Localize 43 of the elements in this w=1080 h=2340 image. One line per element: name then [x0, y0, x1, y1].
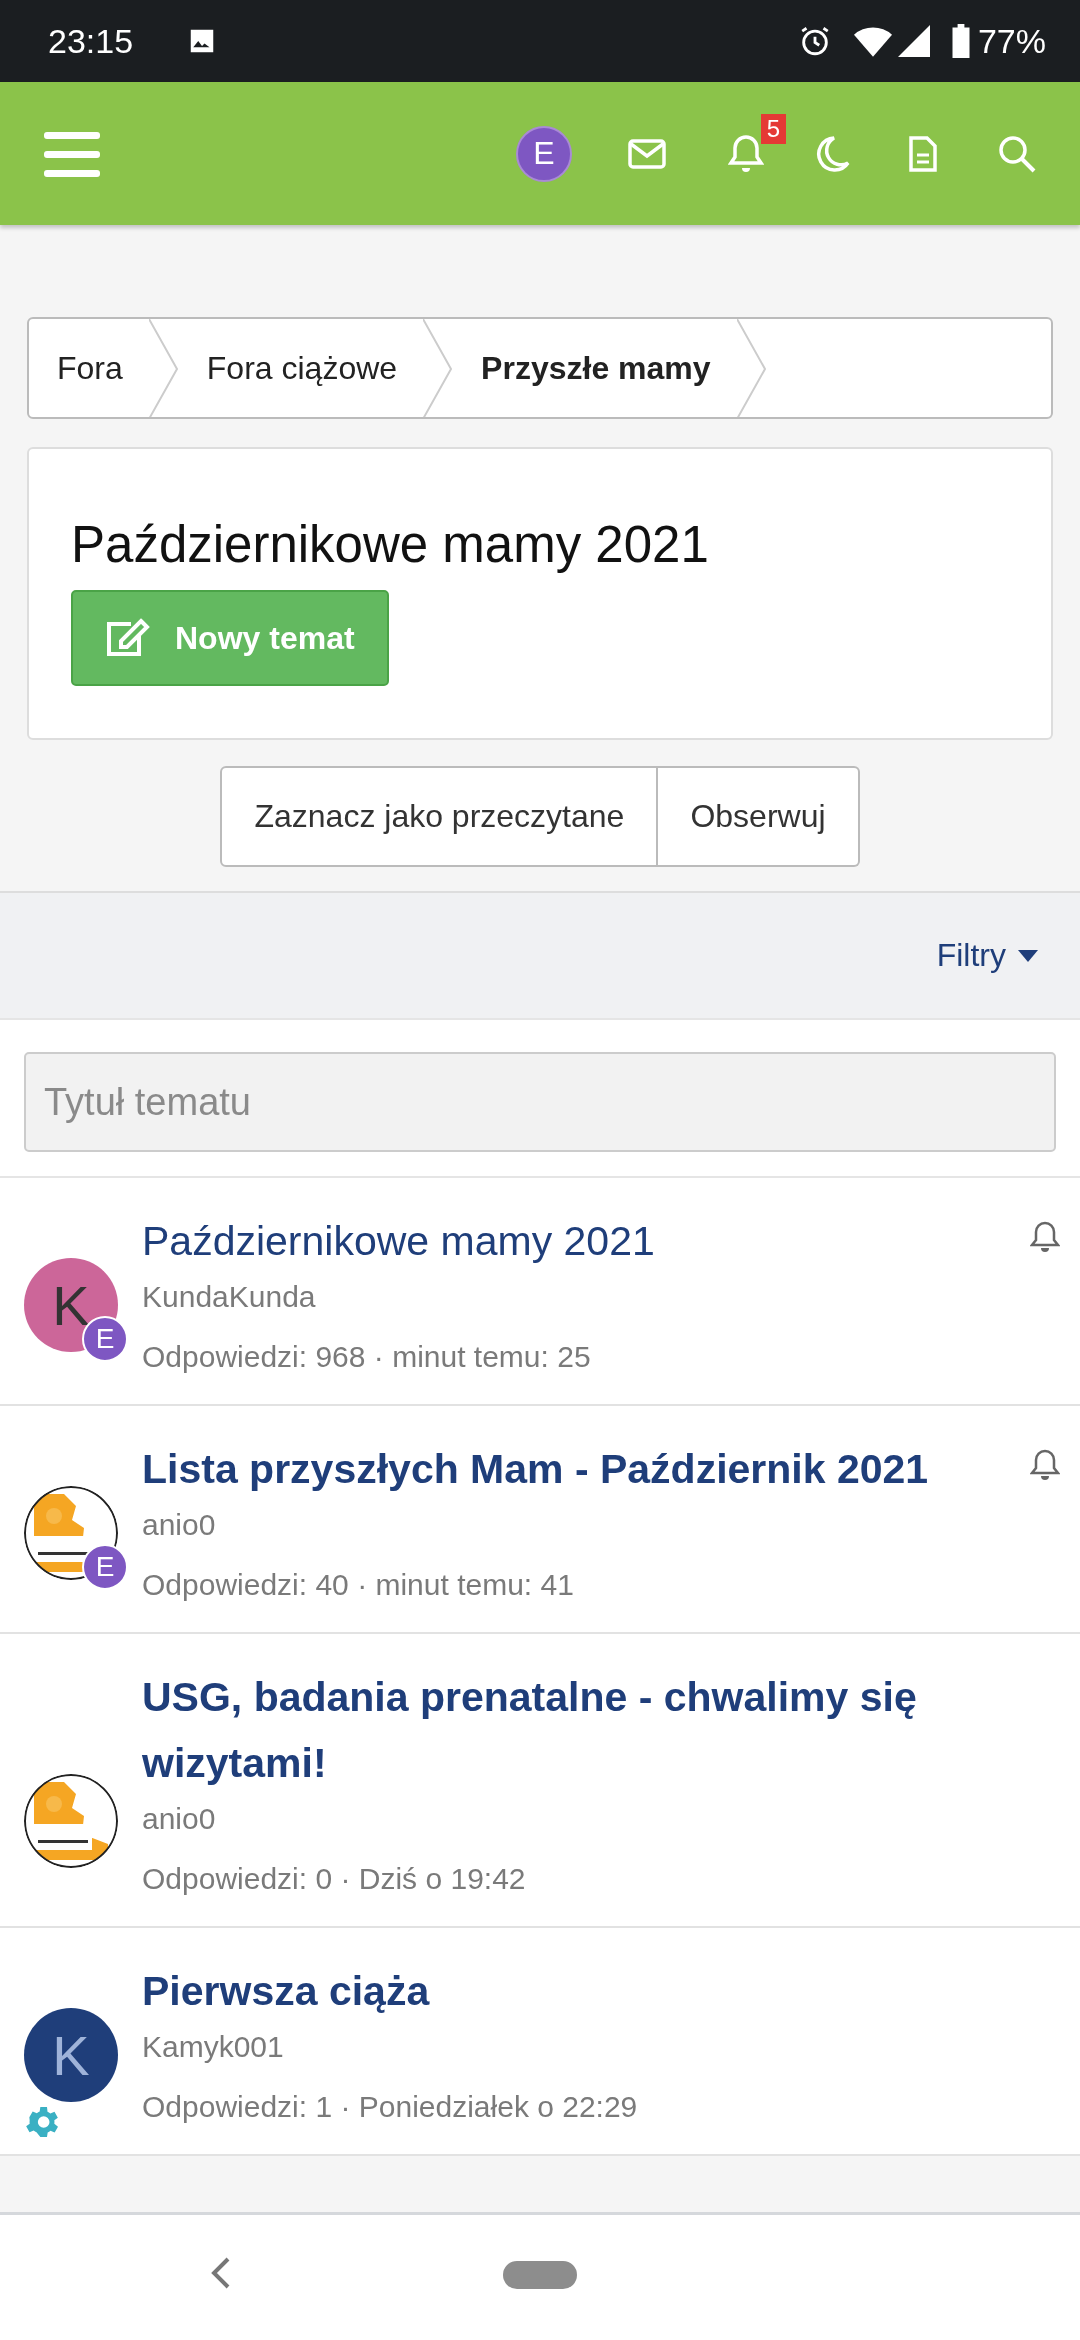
status-time: 23:15 [48, 21, 134, 61]
edit-icon [105, 618, 151, 658]
bell-icon[interactable] [728, 133, 764, 174]
battery-level: 77% [977, 21, 1046, 61]
thread-author: anio0 [142, 1508, 217, 1542]
thread-title-link[interactable]: Październikowe mamy 2021 [142, 1208, 1060, 1274]
bell-icon[interactable] [1030, 1448, 1060, 1482]
thread-author: Kamyk001 [142, 2030, 285, 2064]
thread-title-link[interactable]: Pierwsza ciąża [142, 1958, 1060, 2024]
thread-meta: Odpowiedzi: 968 · minut temu: 25 [142, 1340, 592, 1374]
breadcrumb-link[interactable]: Fora ciążowe [178, 319, 424, 417]
thread-title-link[interactable]: Lista przyszłych Mam - Październik 2021 [142, 1436, 1060, 1502]
menu-icon[interactable] [44, 129, 100, 178]
battery-icon [951, 24, 970, 58]
document-icon[interactable] [908, 134, 938, 173]
breadcrumb-link[interactable]: Przyszłe mamy [453, 319, 737, 417]
wifi-icon [853, 25, 892, 57]
forum-title: Październikowe mamy 2021 [71, 515, 710, 574]
chevron-icon [148, 319, 179, 417]
filters-button[interactable]: Filtry [930, 936, 1044, 975]
user-avatar[interactable]: K [24, 2008, 118, 2102]
bell-icon[interactable] [1030, 1220, 1060, 1254]
action-button[interactable]: Obserwuj [658, 766, 860, 867]
user-avatar[interactable]: E [516, 125, 572, 182]
home-handle[interactable] [503, 2261, 577, 2289]
caret-icon [1018, 949, 1038, 962]
chevron-icon [423, 319, 454, 417]
thread-author: anio0 [142, 1802, 217, 1836]
action-button[interactable]: Zaznacz jako przeczytane [220, 766, 659, 867]
search-field[interactable]: Tytuł tematu [24, 1052, 1056, 1152]
notification-count: 5 [760, 113, 786, 144]
thread-meta: Odpowiedzi: 40 · minut temu: 41 [142, 1568, 575, 1602]
search-icon[interactable] [998, 134, 1036, 173]
moon-icon[interactable] [814, 134, 850, 173]
signal-icon [897, 25, 930, 57]
breadcrumb-link[interactable]: Fora [29, 319, 149, 417]
thread-meta: Odpowiedzi: 0 · Dziś o 19:42 [142, 1862, 527, 1896]
chevron-icon [736, 319, 767, 417]
mail-icon[interactable] [628, 138, 666, 169]
thread-author: KundaKunda [142, 1280, 317, 1314]
thread-title-link[interactable]: USG, badania prenatalne - chwalimy się wizytami! [142, 1664, 1060, 1796]
user-badge: E [82, 1544, 128, 1590]
thread-meta: Odpowiedzi: 1 · Poniedziałek o 22:29 [142, 2090, 639, 2124]
